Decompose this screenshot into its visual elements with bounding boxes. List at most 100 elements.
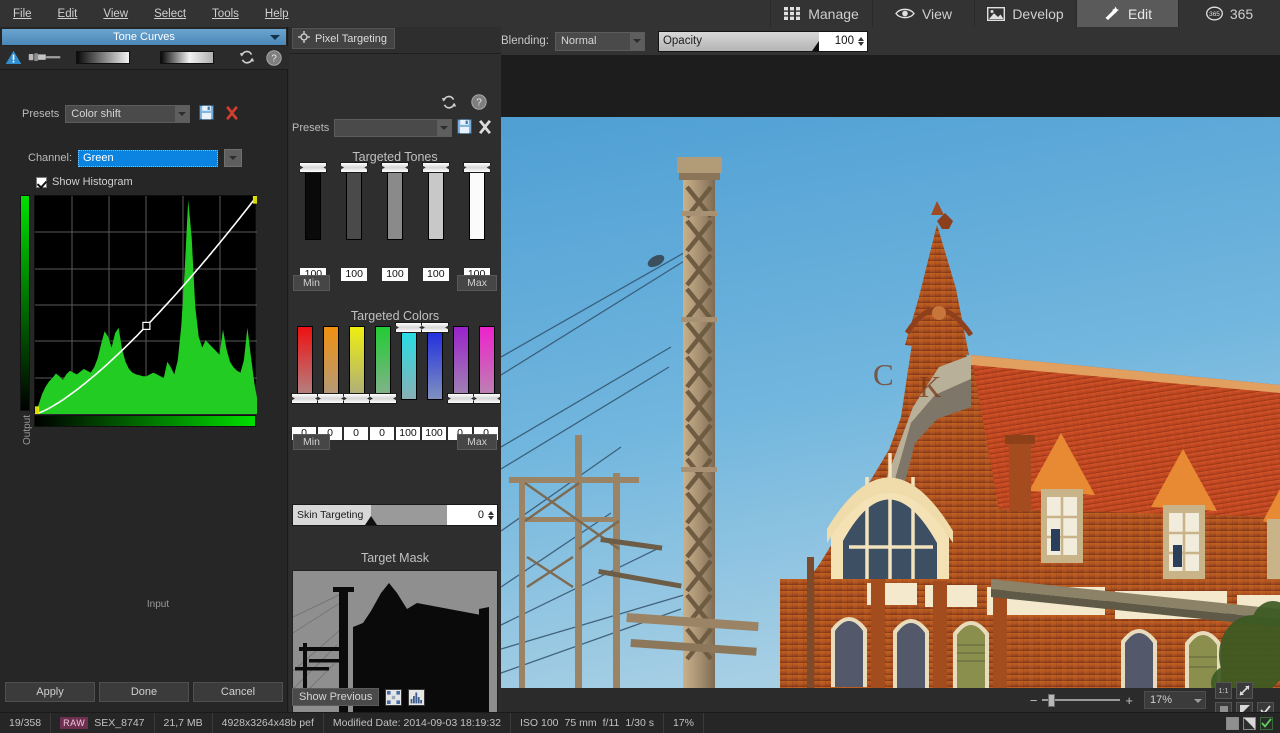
split-icon[interactable] — [1243, 716, 1256, 730]
help-icon[interactable]: ? — [471, 94, 487, 113]
chevron-down-icon[interactable] — [224, 149, 243, 167]
menu-item-tools[interactable]: Tools — [209, 6, 242, 22]
slider-purple[interactable] — [447, 326, 475, 404]
colors-max-button[interactable]: Max — [457, 434, 497, 450]
tones-max-button[interactable]: Max — [457, 275, 497, 291]
colors-min-button[interactable]: Min — [293, 434, 330, 450]
zoom-level-combo[interactable]: 17% — [1144, 691, 1206, 709]
square-icon[interactable] — [1226, 716, 1239, 730]
slider-track-orange — [323, 326, 339, 400]
slider-handle-cyan[interactable] — [395, 322, 423, 333]
apply-button[interactable]: Apply — [5, 682, 95, 702]
show-histogram-toggle[interactable]: Show Histogram — [36, 176, 133, 188]
save-icon[interactable] — [457, 119, 473, 137]
check-icon[interactable] — [1260, 716, 1273, 730]
menu-item-view[interactable]: View — [100, 6, 131, 22]
chevron-down-icon[interactable] — [436, 120, 452, 136]
histogram-icon[interactable] — [408, 688, 426, 706]
zoom-in-button[interactable]: + — [1125, 693, 1133, 708]
slider-knob-icon[interactable] — [365, 516, 377, 525]
panel-header[interactable]: Tone Curves — [2, 29, 286, 45]
fit-image-icon[interactable] — [1236, 681, 1253, 699]
delete-x-icon[interactable] — [477, 119, 493, 138]
menu-item-select[interactable]: Select — [151, 6, 189, 22]
slider-magenta[interactable] — [473, 326, 501, 404]
brush-icon[interactable] — [28, 46, 62, 70]
photo-preview[interactable]: C K — [501, 117, 1280, 691]
tab-view[interactable]: View — [872, 0, 974, 27]
reset-icon[interactable] — [441, 95, 457, 113]
curve-plot[interactable] — [30, 195, 262, 415]
zoom-out-button[interactable]: − — [1030, 693, 1038, 708]
channel-select[interactable]: Green — [78, 149, 219, 167]
opacity-track[interactable]: Opacity — [658, 31, 819, 51]
tab-manage[interactable]: Manage — [770, 0, 872, 27]
slider-handle-shadow[interactable] — [340, 162, 369, 173]
reset-icon[interactable] — [233, 46, 261, 70]
slider-blue[interactable] — [421, 322, 449, 400]
targeted-tones-sliders — [293, 162, 497, 240]
menu-item-help[interactable]: Help — [262, 6, 292, 22]
slider-handle-purple[interactable] — [447, 393, 475, 404]
spinner-icon[interactable] — [488, 510, 494, 520]
slider-handle-white[interactable] — [462, 162, 491, 173]
checkbox-icon[interactable] — [36, 176, 47, 188]
tab-develop[interactable]: Develop — [974, 0, 1076, 27]
slider-black[interactable] — [299, 162, 328, 240]
zoom-slider[interactable] — [1042, 694, 1121, 707]
delete-x-icon[interactable] — [224, 105, 240, 124]
skin-targeting-slider[interactable]: Skin Targeting 0 — [292, 504, 498, 526]
tones-min-button[interactable]: Min — [293, 275, 330, 291]
slider-handle-yellow[interactable] — [343, 393, 371, 404]
mid-presets-combo[interactable] — [334, 119, 453, 137]
one-to-one-icon[interactable]: 1:1 — [1215, 681, 1232, 699]
slider-handle-black[interactable] — [299, 162, 328, 173]
photo-image: C K — [501, 117, 1280, 691]
opacity-slider[interactable]: Opacity 100 — [657, 30, 868, 52]
zoom-slider-knob[interactable] — [1048, 694, 1056, 707]
chevron-down-icon[interactable] — [1194, 699, 1202, 703]
slider-handle-blue[interactable] — [421, 322, 449, 333]
fit-mask-icon[interactable] — [385, 688, 403, 706]
slider-highlight[interactable] — [421, 162, 450, 240]
chevron-down-icon[interactable] — [628, 32, 644, 50]
presets-combo[interactable]: Color shift — [65, 105, 191, 123]
help-icon[interactable]: ? — [260, 46, 288, 70]
menu-item-edit[interactable]: Edit — [55, 6, 81, 22]
skin-targeting-track[interactable] — [365, 505, 447, 525]
chevron-down-icon[interactable] — [174, 106, 190, 122]
tab-pixel-targeting[interactable]: Pixel Targeting — [292, 28, 395, 49]
tab-365[interactable]: 365 365 — [1178, 0, 1280, 27]
skin-targeting-value-field[interactable]: 0 — [447, 505, 497, 525]
slider-handle-highlight[interactable] — [421, 162, 450, 173]
slider-white[interactable] — [462, 162, 491, 240]
gradient-swatch-a[interactable] — [75, 51, 130, 64]
chevron-down-icon[interactable] — [270, 35, 280, 40]
save-icon[interactable] — [199, 105, 215, 123]
menu-item-file[interactable]: File — [10, 6, 35, 22]
warning-icon[interactable] — [0, 46, 28, 70]
spinner-icon[interactable] — [857, 36, 864, 46]
svg-text:?: ? — [476, 98, 482, 109]
blending-mode-combo[interactable]: Normal — [554, 31, 645, 51]
slider-handle-midtone[interactable] — [380, 162, 409, 173]
slider-orange[interactable] — [317, 326, 345, 404]
slider-midtone[interactable] — [380, 162, 409, 240]
slider-shadow[interactable] — [340, 162, 369, 240]
slider-cyan[interactable] — [395, 322, 423, 400]
slider-yellow[interactable] — [343, 326, 371, 404]
tab-edit[interactable]: Edit — [1076, 0, 1178, 27]
slider-red[interactable] — [291, 326, 319, 404]
show-previous-button[interactable]: Show Previous — [292, 688, 380, 706]
done-button[interactable]: Done — [99, 682, 189, 702]
slider-handle-magenta[interactable] — [473, 393, 501, 404]
slider-green[interactable] — [369, 326, 397, 404]
slider-handle-orange[interactable] — [317, 393, 345, 404]
cancel-button[interactable]: Cancel — [193, 682, 283, 702]
image-canvas[interactable]: C K — [501, 55, 1280, 691]
tone-curve-editor[interactable]: Output Input — [20, 195, 262, 610]
slider-handle-green[interactable] — [369, 393, 397, 404]
opacity-value-field[interactable]: 100 — [818, 31, 867, 51]
gradient-swatch-b[interactable] — [159, 51, 214, 64]
slider-handle-red[interactable] — [291, 393, 319, 404]
